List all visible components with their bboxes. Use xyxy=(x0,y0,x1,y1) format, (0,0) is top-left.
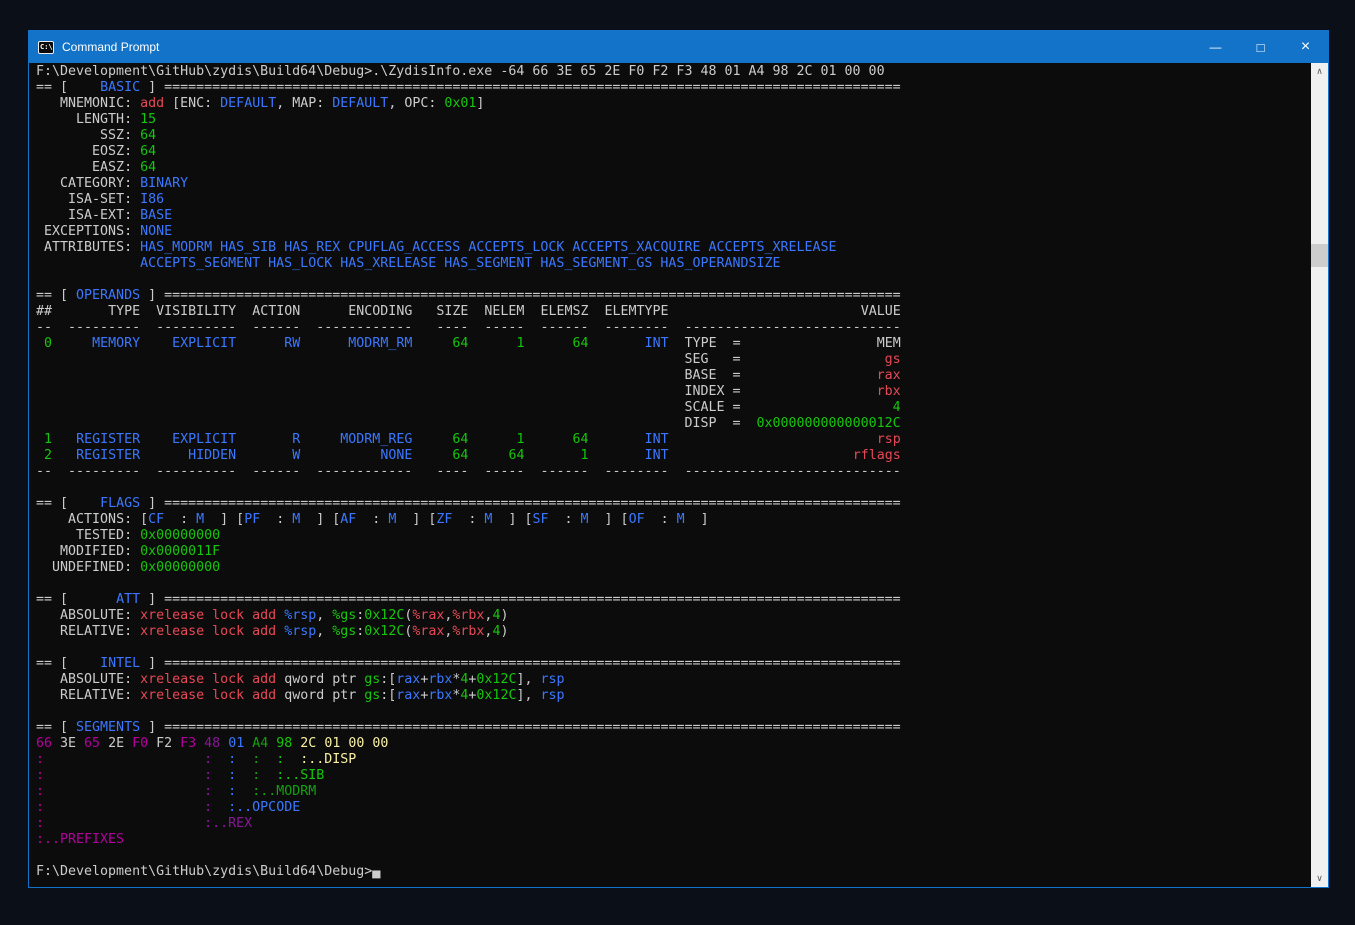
console-line: ABSOLUTE: xrelease lock add qword ptr gs… xyxy=(36,672,1311,688)
console-line: DISP = 0x000000000000012C xyxy=(36,416,1311,432)
console-line: ABSOLUTE: xrelease lock add %rsp, %gs:0x… xyxy=(36,608,1311,624)
console-line: : :..REX xyxy=(36,816,1311,832)
console-line: ISA-EXT: BASE xyxy=(36,208,1311,224)
console-line: : : : : : :..DISP xyxy=(36,752,1311,768)
console-line: ACTIONS: [CF : M ] [PF : M ] [AF : M ] [… xyxy=(36,512,1311,528)
console-line: == [ SEGMENTS ] ========================… xyxy=(36,720,1311,736)
console-line: 2 REGISTER HIDDEN W NONE 64 64 1 INT rfl… xyxy=(36,448,1311,464)
console-line: : : :..OPCODE xyxy=(36,800,1311,816)
console-line: : : : : :..SIB xyxy=(36,768,1311,784)
console-line: == [ OPERANDS ] ========================… xyxy=(36,288,1311,304)
console-line: == [ FLAGS ] ===========================… xyxy=(36,496,1311,512)
console-line: F:\Development\GitHub\zydis\Build64\Debu… xyxy=(36,864,1311,880)
console-line: ATTRIBUTES: HAS_MODRM HAS_SIB HAS_REX CP… xyxy=(36,240,1311,256)
console-line: ISA-SET: I86 xyxy=(36,192,1311,208)
console-line: BASE = rax xyxy=(36,368,1311,384)
console-line: 66 3E 65 2E F0 F2 F3 48 01 A4 98 2C 01 0… xyxy=(36,736,1311,752)
cmd-icon-label: C:\ xyxy=(40,43,53,51)
console-line: F:\Development\GitHub\zydis\Build64\Debu… xyxy=(36,64,1311,80)
console-line: :..PREFIXES xyxy=(36,832,1311,848)
console-line: -- --------- ---------- ------ ---------… xyxy=(36,464,1311,480)
console-line: EOSZ: 64 xyxy=(36,144,1311,160)
console-line: == [ ATT ] =============================… xyxy=(36,592,1311,608)
vertical-scrollbar[interactable]: ∧ ∨ xyxy=(1311,63,1328,887)
titlebar[interactable]: C:\ Command Prompt — □ × xyxy=(29,31,1328,63)
console-line: ## TYPE VISIBILITY ACTION ENCODING SIZE … xyxy=(36,304,1311,320)
console-line: RELATIVE: xrelease lock add qword ptr gs… xyxy=(36,688,1311,704)
console-line: -- --------- ---------- ------ ---------… xyxy=(36,320,1311,336)
console-line xyxy=(36,848,1311,864)
console-line: EASZ: 64 xyxy=(36,160,1311,176)
window-controls: — □ × xyxy=(1193,31,1328,63)
console-line: == [ INTEL ] ===========================… xyxy=(36,656,1311,672)
console-line: SEG = gs xyxy=(36,352,1311,368)
cmd-icon: C:\ xyxy=(38,41,54,54)
maximize-button[interactable]: □ xyxy=(1238,31,1283,63)
scroll-down-icon[interactable]: ∨ xyxy=(1311,870,1328,887)
close-icon: × xyxy=(1301,38,1310,56)
console-line xyxy=(36,640,1311,656)
console-line xyxy=(36,480,1311,496)
console-line: LENGTH: 15 xyxy=(36,112,1311,128)
minimize-icon: — xyxy=(1210,40,1222,54)
console-line: : : : :..MODRM xyxy=(36,784,1311,800)
maximize-icon: □ xyxy=(1257,40,1265,55)
console-line: MNEMONIC: add [ENC: DEFAULT, MAP: DEFAUL… xyxy=(36,96,1311,112)
console-line xyxy=(36,704,1311,720)
command-prompt-window: C:\ Command Prompt — □ × F:\Development\… xyxy=(28,30,1329,888)
console-line xyxy=(36,272,1311,288)
scroll-up-icon[interactable]: ∧ xyxy=(1311,63,1328,80)
console-line: 1 REGISTER EXPLICIT R MODRM_REG 64 1 64 … xyxy=(36,432,1311,448)
console-line: SCALE = 4 xyxy=(36,400,1311,416)
console-line: MODIFIED: 0x0000011F xyxy=(36,544,1311,560)
console-line: UNDEFINED: 0x00000000 xyxy=(36,560,1311,576)
console-line: CATEGORY: BINARY xyxy=(36,176,1311,192)
console-line: EXCEPTIONS: NONE xyxy=(36,224,1311,240)
console-line: TESTED: 0x00000000 xyxy=(36,528,1311,544)
minimize-button[interactable]: — xyxy=(1193,31,1238,63)
console-line: 0 MEMORY EXPLICIT RW MODRM_RM 64 1 64 IN… xyxy=(36,336,1311,352)
console-line: RELATIVE: xrelease lock add %rsp, %gs:0x… xyxy=(36,624,1311,640)
console-line: ACCEPTS_SEGMENT HAS_LOCK HAS_XRELEASE HA… xyxy=(36,256,1311,272)
scrollbar-thumb[interactable] xyxy=(1311,244,1328,267)
desktop-background: C:\ Command Prompt — □ × F:\Development\… xyxy=(0,0,1355,925)
console-output[interactable]: F:\Development\GitHub\zydis\Build64\Debu… xyxy=(29,63,1311,887)
console-line: SSZ: 64 xyxy=(36,128,1311,144)
window-title: Command Prompt xyxy=(62,40,159,54)
console-line xyxy=(36,576,1311,592)
console-line: INDEX = rbx xyxy=(36,384,1311,400)
console-line: == [ BASIC ] ===========================… xyxy=(36,80,1311,96)
close-button[interactable]: × xyxy=(1283,31,1328,63)
